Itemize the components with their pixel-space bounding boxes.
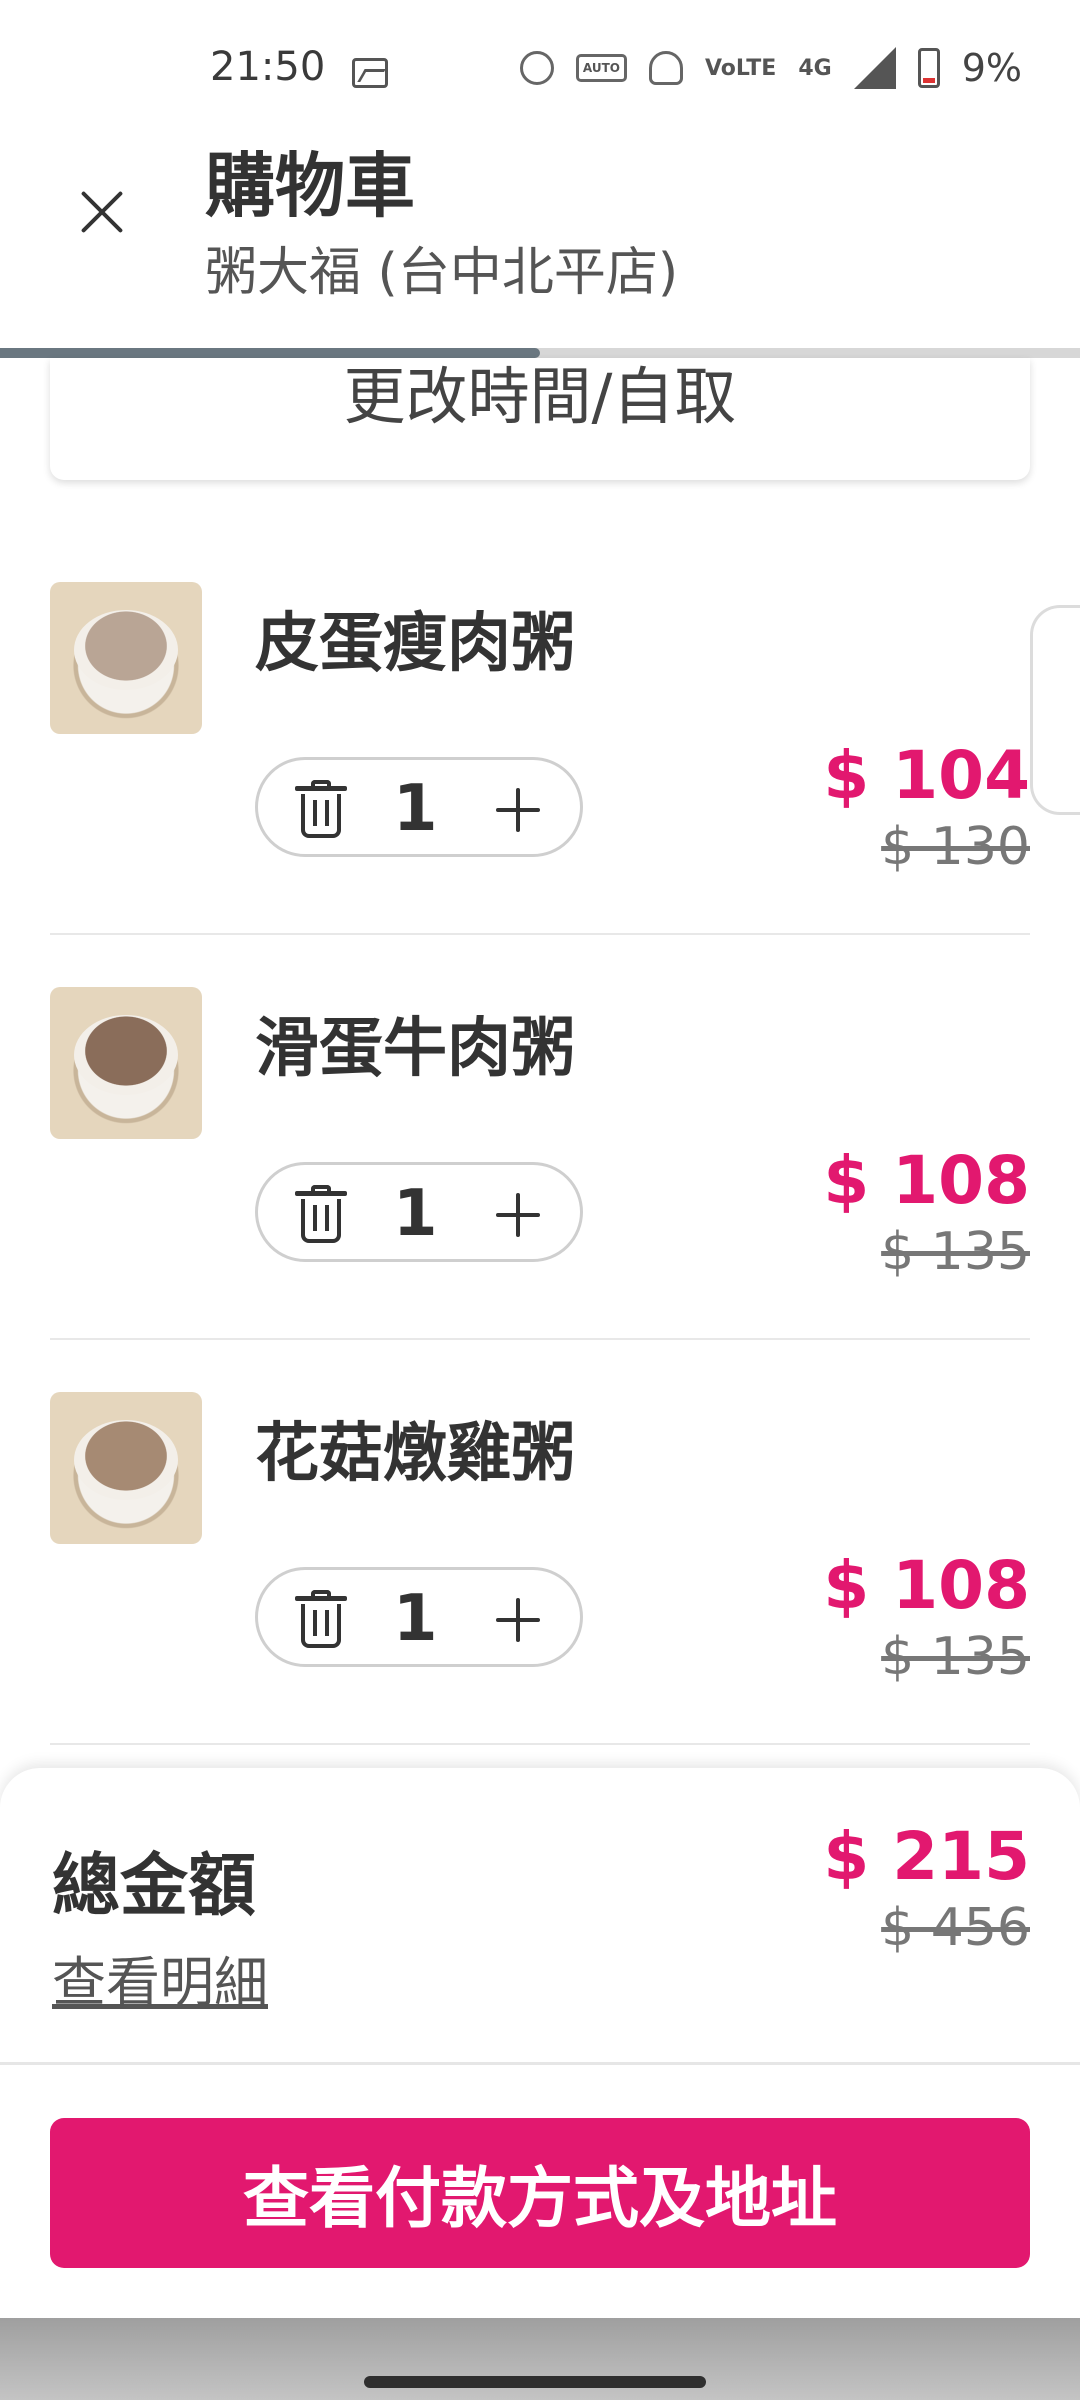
item-original-price: $ 135 bbox=[881, 1222, 1030, 1282]
item-price: $ 108 bbox=[823, 1142, 1030, 1219]
cart-item: 滑蛋牛肉粥 1 $ 108 $ 135 bbox=[50, 987, 1030, 1392]
item-divider bbox=[50, 1743, 1030, 1745]
plus-icon[interactable] bbox=[496, 1193, 540, 1237]
item-name: 滑蛋牛肉粥 bbox=[255, 1012, 575, 1086]
volte-icon: VoLTE bbox=[704, 55, 777, 81]
view-details-link[interactable]: 查看明細 bbox=[52, 1938, 268, 2017]
quantity-value: 1 bbox=[393, 1582, 438, 1656]
bell-off-icon bbox=[648, 51, 683, 85]
bowl-image bbox=[74, 1015, 178, 1095]
quantity-value: 1 bbox=[393, 1177, 438, 1251]
trash-icon[interactable] bbox=[293, 1185, 349, 1243]
battery-icon bbox=[917, 48, 940, 88]
page-title: 購物車 bbox=[205, 145, 415, 227]
alarm-icon bbox=[519, 51, 554, 85]
scroll-progress-fill bbox=[0, 348, 540, 358]
quantity-stepper: 1 bbox=[255, 1162, 583, 1262]
plus-icon[interactable] bbox=[496, 788, 540, 832]
trash-icon[interactable] bbox=[293, 780, 349, 838]
restaurant-name: 粥大福 (台中北平店) bbox=[205, 243, 679, 303]
item-price: $ 108 bbox=[823, 1547, 1030, 1624]
status-time: 21:50 bbox=[210, 44, 326, 90]
image-icon bbox=[352, 58, 388, 88]
total-label: 總金額 bbox=[52, 1847, 257, 1926]
total-original-price: $ 456 bbox=[881, 1898, 1030, 1958]
item-original-price: $ 135 bbox=[881, 1627, 1030, 1687]
item-divider bbox=[50, 1338, 1030, 1340]
trash-icon[interactable] bbox=[293, 1590, 349, 1648]
schedule-change-button[interactable]: 更改時間/自取 bbox=[50, 358, 1030, 480]
cart-header: 購物車 粥大福 (台中北平店) bbox=[0, 120, 1080, 350]
total-price: $ 215 bbox=[823, 1818, 1030, 1895]
quantity-value: 1 bbox=[393, 772, 438, 846]
item-original-price: $ 130 bbox=[881, 817, 1030, 877]
cart-item: 花菇燉雞粥 1 $ 108 $ 135 bbox=[50, 1392, 1030, 1797]
quantity-stepper: 1 bbox=[255, 757, 583, 857]
order-summary: 總金額 查看明細 $ 215 $ 456 查看付款方式及地址 bbox=[0, 1768, 1080, 2400]
signal-icon bbox=[853, 47, 896, 89]
summary-divider bbox=[0, 2062, 1080, 2065]
auto-hz-icon: AUTO bbox=[575, 54, 627, 82]
item-image bbox=[50, 987, 202, 1139]
quantity-stepper: 1 bbox=[255, 1567, 583, 1667]
4g-icon: 4G bbox=[798, 55, 832, 81]
home-indicator[interactable] bbox=[364, 2376, 706, 2388]
battery-percent: 9% bbox=[961, 46, 1022, 90]
side-drawer-handle[interactable] bbox=[1030, 605, 1080, 815]
item-image bbox=[50, 582, 202, 734]
status-icons: AUTO VoLTE 4G 9% bbox=[519, 46, 1022, 90]
bowl-image bbox=[74, 610, 178, 690]
checkout-button[interactable]: 查看付款方式及地址 bbox=[50, 2118, 1030, 2268]
item-name: 花菇燉雞粥 bbox=[255, 1417, 575, 1491]
item-name: 皮蛋瘦肉粥 bbox=[255, 607, 575, 681]
status-bar: 21:50 AUTO VoLTE 4G 9% bbox=[0, 0, 1080, 120]
item-image bbox=[50, 1392, 202, 1544]
cart-item: 皮蛋瘦肉粥 1 $ 104 $ 130 bbox=[50, 582, 1030, 987]
schedule-change-label: 更改時間/自取 bbox=[343, 360, 737, 433]
bowl-image bbox=[74, 1420, 178, 1500]
close-icon[interactable] bbox=[70, 180, 134, 244]
plus-icon[interactable] bbox=[496, 1598, 540, 1642]
item-divider bbox=[50, 933, 1030, 935]
item-price: $ 104 bbox=[823, 737, 1030, 814]
